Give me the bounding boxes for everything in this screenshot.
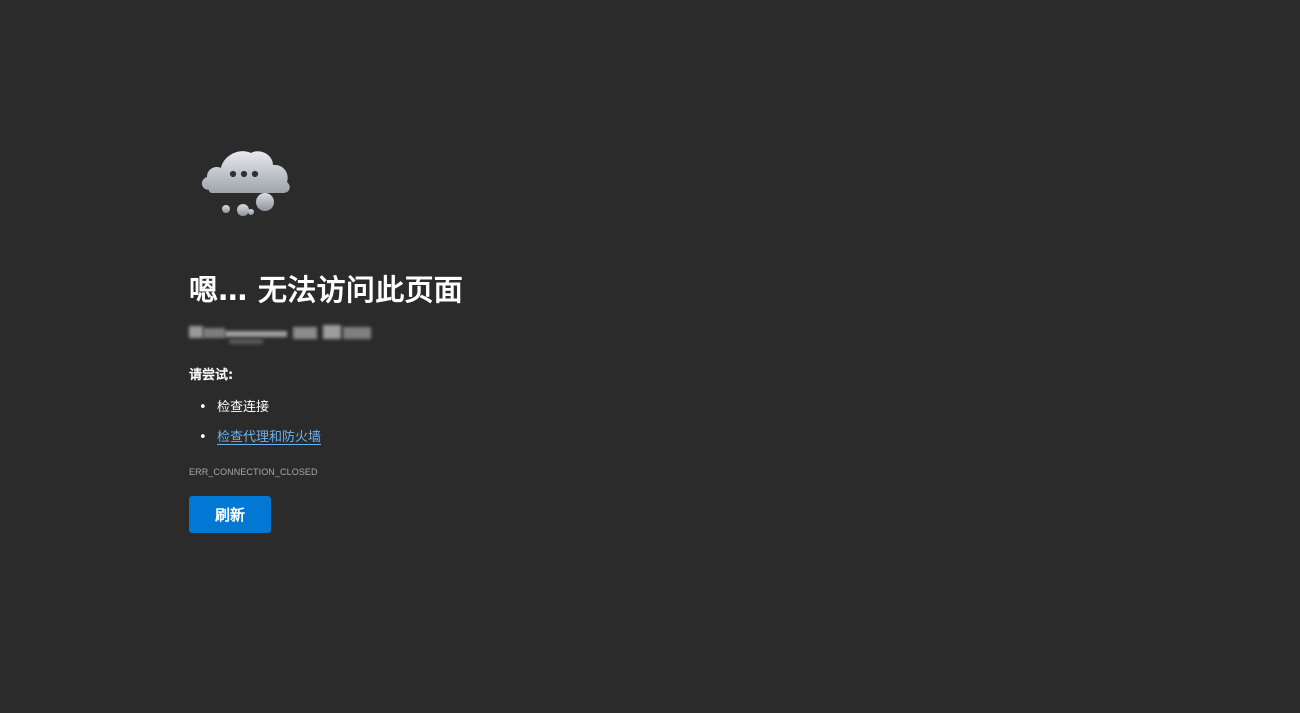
- error-page: 嗯… 无法访问此页面 请尝试: • 检查连接 • 检查代理和防火墙 ERR_CO…: [0, 0, 1300, 713]
- suggestion-list: • 检查连接 • 检查代理和防火墙: [189, 393, 829, 453]
- bullet-icon: •: [199, 430, 207, 445]
- bullet-icon: •: [199, 400, 207, 415]
- suggestion-check-connection: 检查连接: [217, 400, 270, 415]
- error-code: ERR_CONNECTION_CLOSED: [189, 467, 318, 477]
- list-item: • 检查连接: [189, 393, 829, 423]
- try-label: 请尝试:: [189, 368, 234, 383]
- error-content: 嗯… 无法访问此页面 请尝试: • 检查连接 • 检查代理和防火墙 ERR_CO…: [189, 138, 829, 533]
- redacted-url: [189, 322, 375, 344]
- cloud-thought-icon: [195, 138, 315, 228]
- page-title: 嗯… 无法访问此页面: [189, 273, 464, 307]
- list-item: • 检查代理和防火墙: [189, 423, 829, 453]
- proxy-firewall-link[interactable]: 检查代理和防火墙: [217, 430, 321, 445]
- refresh-button[interactable]: 刷新: [189, 496, 271, 533]
